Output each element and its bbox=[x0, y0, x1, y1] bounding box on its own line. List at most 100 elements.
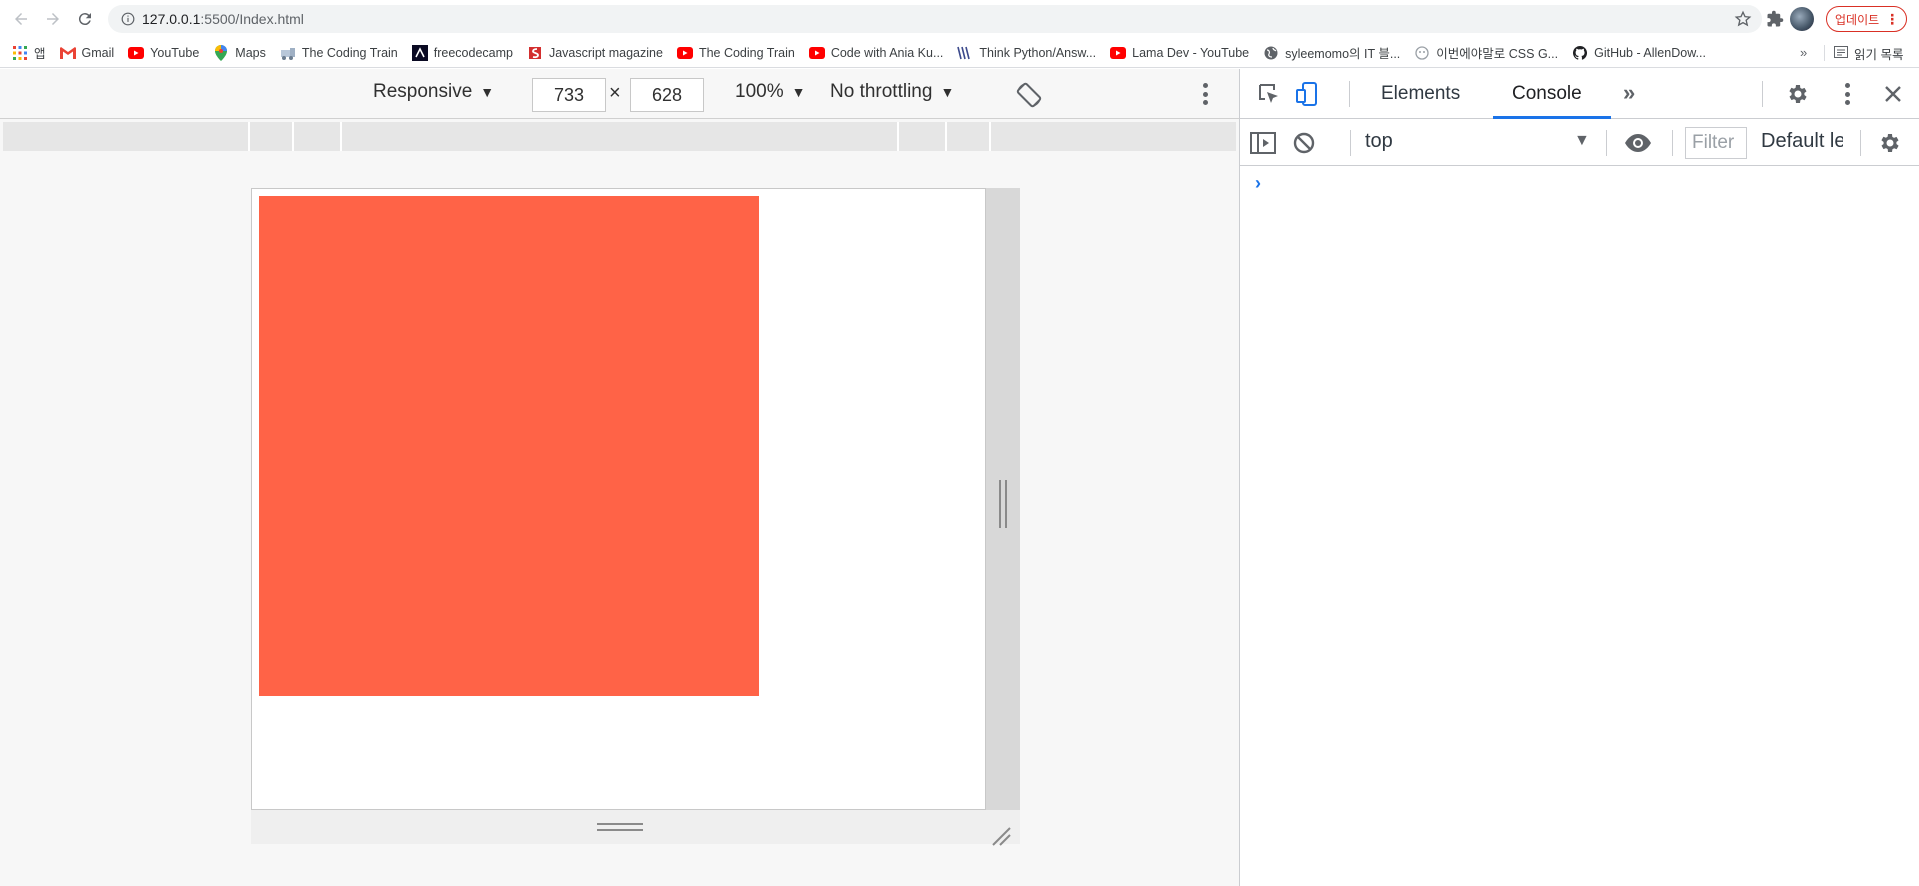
zoom-dropdown[interactable]: 100% ▼ bbox=[735, 81, 805, 103]
url-host: 127.0.0.1 bbox=[142, 11, 201, 27]
bookmark-lama-dev[interactable]: Lama Dev - YouTube bbox=[1110, 45, 1249, 61]
extensions-puzzle-icon[interactable] bbox=[1766, 10, 1784, 28]
freecodecamp-icon bbox=[411, 44, 428, 61]
address-bar[interactable]: 127.0.0.1:5500/Index.html bbox=[108, 5, 1762, 33]
device-mode-label: Responsive bbox=[373, 81, 473, 102]
ruler-divider bbox=[989, 122, 991, 151]
bookmark-label: 이번에야말로 CSS G... bbox=[1436, 47, 1559, 61]
youtube-icon bbox=[1110, 45, 1127, 61]
ruler-divider bbox=[248, 122, 250, 151]
rotate-icon[interactable] bbox=[1015, 81, 1043, 109]
youtube-icon bbox=[128, 45, 145, 61]
tab-elements[interactable]: Elements bbox=[1381, 83, 1460, 105]
bookmark-gmail[interactable]: Gmail bbox=[59, 45, 114, 61]
bookmark-label: YouTube bbox=[150, 45, 200, 60]
url-text: 127.0.0.1:5500/Index.html bbox=[142, 11, 304, 27]
devtools-more-icon[interactable] bbox=[1844, 83, 1850, 105]
youtube-icon bbox=[808, 45, 825, 61]
bookmark-label: Maps bbox=[235, 45, 266, 60]
update-label: 업데이트 bbox=[1835, 12, 1880, 27]
dropdown-arrow-icon: ▼ bbox=[940, 84, 955, 100]
dimension-separator: × bbox=[609, 82, 621, 104]
bookmark-freecodecamp[interactable]: freecodecamp bbox=[411, 44, 513, 61]
live-expression-eye-icon[interactable] bbox=[1624, 129, 1652, 157]
bookmark-coding-train[interactable]: The Coding Train bbox=[280, 45, 398, 61]
settings-gear-icon[interactable] bbox=[1784, 80, 1812, 108]
bookmark-javascript-magazine[interactable]: Javascript magazine bbox=[527, 45, 663, 61]
bookmark-coding-train-youtube[interactable]: The Coding Train bbox=[676, 45, 795, 61]
dropdown-arrow-icon[interactable]: ▼ bbox=[1574, 132, 1590, 150]
browser-toolbar: 127.0.0.1:5500/Index.html 업데이트 ⋮ bbox=[0, 0, 1919, 38]
bookmark-think-python[interactable]: Think Python/Answ... bbox=[957, 45, 1096, 61]
gmail-icon bbox=[59, 45, 76, 61]
url-path: :5500/Index.html bbox=[200, 11, 304, 27]
coding-train-icon bbox=[280, 45, 296, 61]
inspect-element-icon[interactable] bbox=[1255, 80, 1283, 108]
ghost-icon bbox=[1414, 45, 1430, 61]
close-devtools-icon[interactable] bbox=[1879, 80, 1907, 108]
console-prompt[interactable]: › bbox=[1255, 173, 1261, 194]
viewport-resize-handle-right[interactable] bbox=[986, 188, 1020, 810]
bookmark-github[interactable]: GitHub - AllenDow... bbox=[1572, 45, 1706, 61]
throttling-label: No throttling bbox=[830, 81, 933, 102]
more-tabs-icon[interactable]: » bbox=[1623, 80, 1635, 106]
reading-list-icon bbox=[1834, 45, 1848, 62]
bookmark-youtube[interactable]: YouTube bbox=[128, 45, 199, 61]
context-selector[interactable]: top bbox=[1365, 130, 1393, 153]
tab-console[interactable]: Console bbox=[1512, 83, 1582, 105]
resize-grip-icon bbox=[597, 823, 643, 831]
bookmark-label: Javascript magazine bbox=[548, 45, 663, 60]
log-levels-dropdown[interactable]: Default levels bbox=[1761, 130, 1843, 153]
console-settings-gear-icon[interactable] bbox=[1876, 129, 1904, 157]
device-toolbar: Responsive ▼ 733 × 628 100% ▼ No throttl… bbox=[0, 69, 1239, 119]
bookmark-css-grid[interactable]: 이번에야말로 CSS G... bbox=[1414, 43, 1558, 62]
viewport-resize-handle-bottom[interactable] bbox=[251, 810, 1020, 844]
resize-corner-icon[interactable] bbox=[990, 825, 1012, 847]
device-mode-dropdown[interactable]: Responsive ▼ bbox=[373, 81, 494, 103]
clear-console-icon[interactable] bbox=[1290, 129, 1318, 157]
javascript-magazine-icon bbox=[527, 45, 543, 61]
info-icon[interactable] bbox=[114, 12, 142, 26]
arrow-right-icon bbox=[47, 13, 59, 25]
bookmark-apps[interactable]: 앱 bbox=[12, 43, 46, 62]
bookmark-label: freecodecamp bbox=[433, 45, 513, 60]
dropdown-arrow-icon: ▼ bbox=[791, 84, 806, 100]
console-filter-input[interactable]: Filter bbox=[1685, 127, 1747, 159]
viewport-height-input[interactable]: 628 bbox=[630, 78, 704, 112]
resize-grip-icon bbox=[999, 480, 1007, 528]
viewport-width-input[interactable]: 733 bbox=[532, 78, 606, 112]
globe-icon bbox=[1263, 45, 1279, 61]
device-toolbar-more-icon[interactable] bbox=[1202, 83, 1208, 105]
bookmark-syleemomo[interactable]: syleemomo의 IT 블... bbox=[1263, 43, 1400, 62]
bookmark-label: The Coding Train bbox=[698, 45, 795, 60]
toolbar-divider bbox=[1762, 81, 1763, 107]
zoom-label: 100% bbox=[735, 81, 784, 102]
back-button[interactable] bbox=[5, 3, 37, 35]
reading-list-button[interactable]: 읽기 목록 bbox=[1834, 44, 1903, 63]
device-toolbar-toggle-icon[interactable] bbox=[1293, 80, 1321, 108]
ruler-divider bbox=[292, 122, 294, 151]
throttling-dropdown[interactable]: No throttling ▼ bbox=[830, 81, 954, 103]
ruler-divider bbox=[340, 122, 342, 151]
bookmark-star-icon[interactable] bbox=[1734, 10, 1752, 28]
bookmark-label: syleemomo의 IT 블... bbox=[1285, 47, 1401, 61]
dropdown-arrow-icon: ▼ bbox=[480, 84, 495, 100]
menu-kebab-icon: ⋮ bbox=[1885, 10, 1899, 27]
toolbar-actions: 업데이트 ⋮ bbox=[1766, 5, 1908, 33]
reload-button[interactable] bbox=[69, 3, 101, 35]
bookmark-maps[interactable]: Maps bbox=[213, 44, 266, 61]
forward-button[interactable] bbox=[37, 3, 69, 35]
reading-list-label: 읽기 목록 bbox=[1854, 48, 1904, 62]
media-query-ruler bbox=[3, 122, 1236, 151]
github-icon bbox=[1572, 45, 1588, 61]
think-python-icon bbox=[957, 45, 973, 61]
apps-grid-icon bbox=[12, 45, 28, 61]
bookmarks-overflow-button[interactable]: » bbox=[1800, 45, 1807, 60]
sidebar-toggle-icon[interactable] bbox=[1249, 129, 1277, 157]
toolbar-divider bbox=[1672, 130, 1673, 156]
update-button[interactable]: 업데이트 ⋮ bbox=[1826, 6, 1908, 32]
emulated-page bbox=[251, 188, 986, 810]
bookmark-code-with-ania[interactable]: Code with Ania Ku... bbox=[808, 45, 943, 61]
profile-avatar[interactable] bbox=[1790, 7, 1814, 31]
toolbar-divider bbox=[1606, 130, 1607, 156]
